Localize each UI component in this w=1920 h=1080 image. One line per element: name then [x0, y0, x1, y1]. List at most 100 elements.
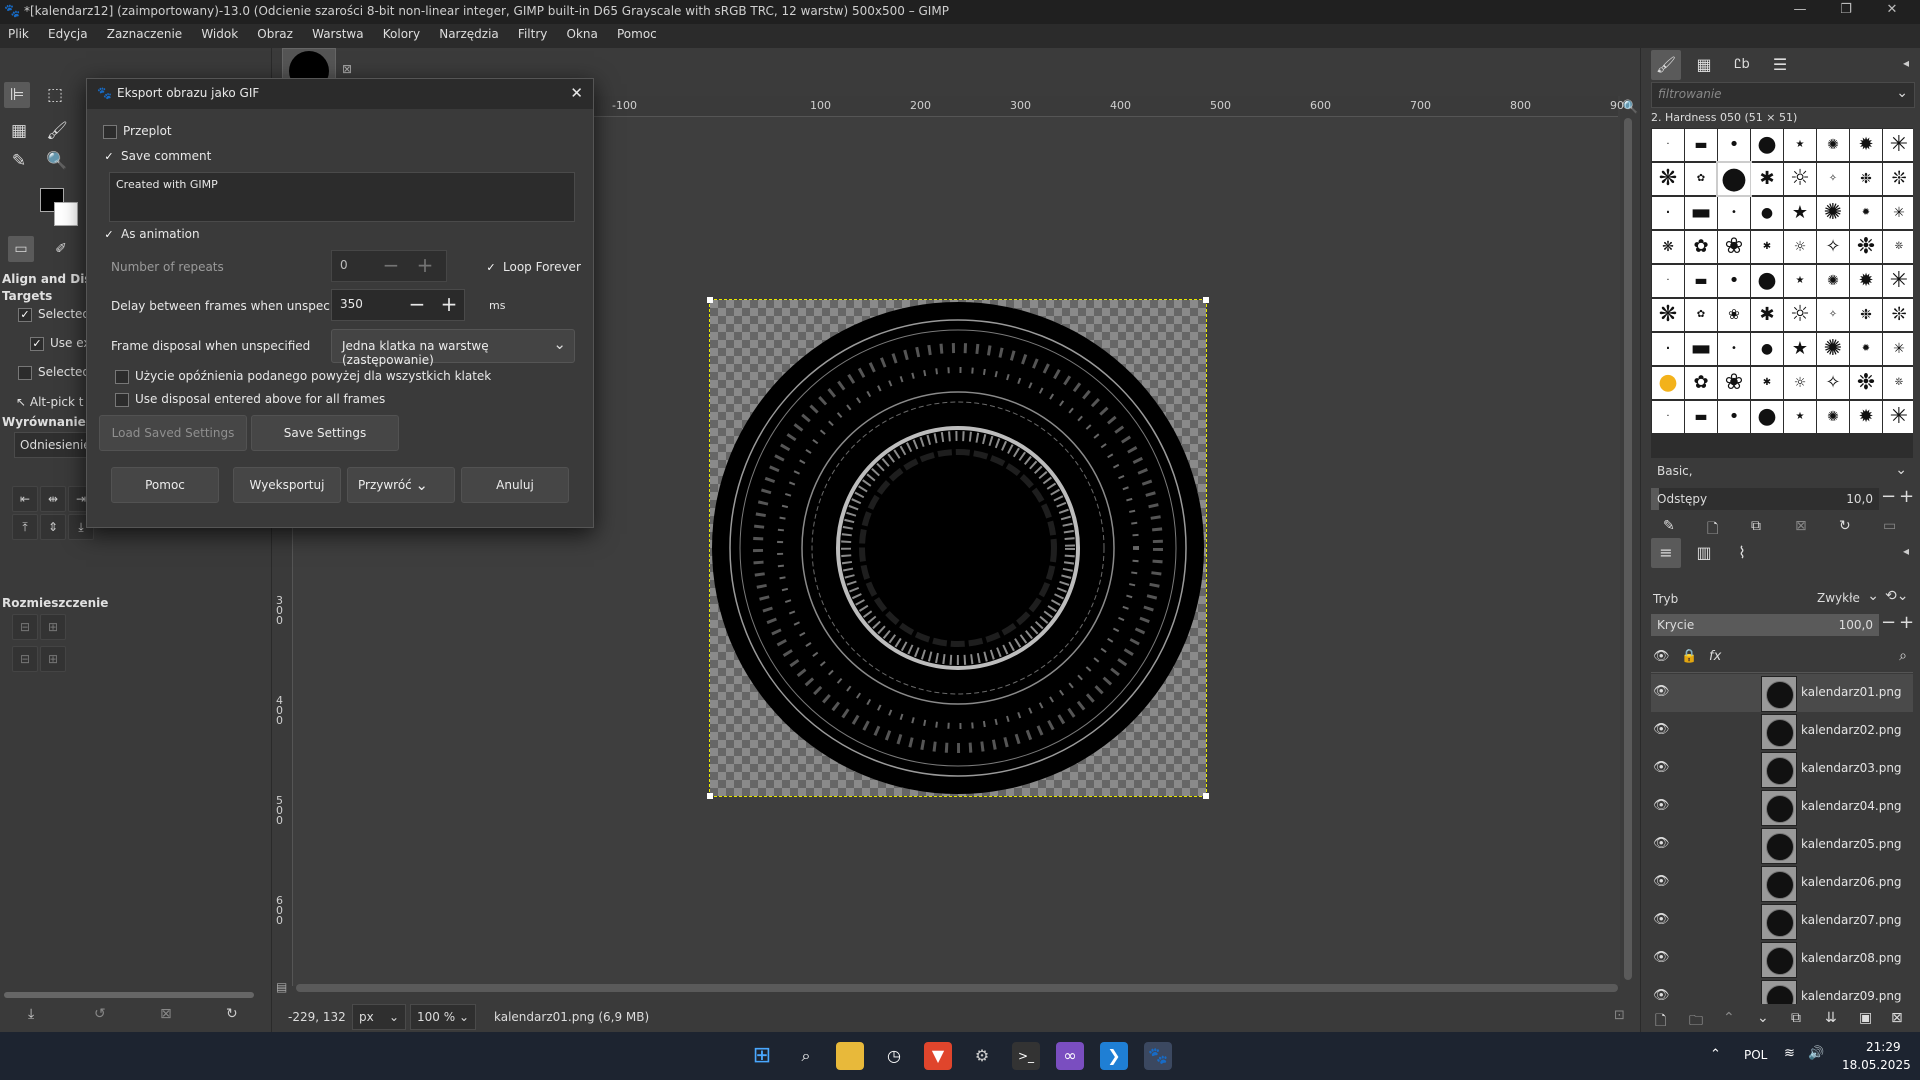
brush-swatch[interactable]: ● — [1751, 197, 1783, 229]
terminal-icon[interactable]: >_ — [1012, 1042, 1040, 1070]
background-color-swatch[interactable] — [54, 202, 78, 226]
selected-checkbox-1[interactable]: ✓ Selected — [18, 307, 90, 322]
brush-swatch[interactable]: ✱ — [1751, 367, 1783, 399]
color-picker-icon[interactable]: ✎ — [6, 148, 32, 174]
brush-swatch[interactable]: ★ — [1784, 129, 1816, 161]
distribute-h2-icon[interactable]: ⊞ — [40, 614, 66, 640]
save-comment-checkbox[interactable]: ✓ Save comment — [103, 149, 211, 163]
brush-swatch[interactable]: ✿ — [1685, 163, 1717, 195]
brush-swatch[interactable]: • — [1718, 333, 1750, 365]
merge-layer-icon[interactable]: ⇊ — [1825, 1010, 1837, 1026]
layer-row[interactable]: 👁 kalendarz08.png — [1651, 940, 1913, 978]
close-icon[interactable]: ✕ — [570, 84, 583, 102]
export-button[interactable]: Wyeksportuj — [233, 467, 341, 503]
effects-header-icon[interactable]: fx — [1709, 649, 1721, 664]
brush-swatch[interactable]: ☼ — [1784, 367, 1816, 399]
opacity-minus-button[interactable]: − — [1881, 612, 1896, 633]
layers-dock-menu-icon[interactable]: ◂ — [1903, 544, 1909, 558]
brave-browser-icon[interactable]: ▼ — [924, 1042, 952, 1070]
new-layer-icon[interactable]: 🗋 — [1655, 1010, 1666, 1034]
brush-swatch[interactable]: ▬ — [1685, 401, 1717, 433]
brush-swatch[interactable]: ✹ — [1850, 401, 1882, 433]
brush-swatch[interactable]: ★ — [1784, 333, 1816, 365]
zoom-navigate-icon[interactable]: 🔍 — [1622, 100, 1638, 115]
clock-app-icon[interactable]: ◷ — [880, 1042, 908, 1070]
brush-swatch[interactable]: ▬ — [1685, 129, 1717, 161]
eye-icon[interactable]: 👁 — [1653, 950, 1671, 965]
distribute-v2-icon[interactable]: ⊞ — [40, 646, 66, 672]
brush-swatch[interactable]: ❊ — [1883, 367, 1913, 399]
selection-handle[interactable] — [707, 793, 713, 799]
brush-swatch[interactable]: ☼ — [1784, 299, 1816, 331]
windows-start-icon[interactable]: ⊞ — [748, 1042, 776, 1070]
opacity-slider[interactable]: Krycie 100,0 — [1651, 614, 1879, 636]
tool-options-tab-icon[interactable]: ▭ — [8, 236, 34, 262]
minimize-button[interactable]: — — [1780, 2, 1820, 22]
use-disposal-all-checkbox[interactable]: Use disposal entered above for all frame… — [115, 392, 385, 407]
clock-time[interactable]: 21:29 — [1866, 1040, 1901, 1054]
brush-swatch[interactable]: ✱ — [1751, 231, 1783, 263]
image-canvas[interactable] — [707, 297, 1209, 799]
delay-minus-button[interactable]: − — [402, 290, 432, 320]
brush-swatch[interactable]: · — [1652, 129, 1684, 161]
duplicate-brush-icon[interactable]: ⧉ — [1751, 518, 1761, 534]
eye-icon[interactable]: 👁 — [1653, 912, 1671, 927]
layer-row[interactable]: 👁 kalendarz07.png — [1651, 902, 1913, 940]
brush-swatch[interactable]: • — [1718, 129, 1750, 161]
search-icon[interactable]: ⌕ — [792, 1042, 820, 1070]
help-button[interactable]: Pomoc — [111, 467, 219, 503]
brush-swatch[interactable]: ❀ — [1718, 367, 1750, 399]
brush-swatch[interactable]: ❉ — [1850, 231, 1882, 263]
gimp-taskbar-icon[interactable]: 🐾 — [1144, 1042, 1172, 1070]
quick-mask-icon[interactable]: ▤ — [276, 980, 287, 994]
brush-swatch[interactable]: ✿ — [1685, 231, 1717, 263]
brush-swatch[interactable]: · — [1652, 197, 1684, 229]
brush-swatch[interactable]: ● — [1652, 367, 1684, 399]
zoom-dropdown[interactable]: 100 % ⌄ — [410, 1004, 476, 1030]
brush-swatch[interactable]: · — [1652, 401, 1684, 433]
brush-swatch[interactable]: ❊ — [1883, 299, 1913, 331]
distribute-v-icon[interactable]: ⊟ — [12, 646, 38, 672]
edit-brush-icon[interactable]: ✎ — [1663, 518, 1675, 534]
brush-swatch[interactable]: ▬ — [1685, 333, 1717, 365]
menu-select[interactable]: Zaznaczenie — [99, 24, 189, 41]
menu-file[interactable]: Plik — [0, 24, 36, 41]
layer-mask-icon[interactable]: ▣ — [1859, 1010, 1872, 1026]
brush-swatch[interactable]: ▬ — [1685, 197, 1717, 229]
layer-row[interactable]: 👁 kalendarz02.png — [1651, 712, 1913, 750]
use-delay-all-checkbox[interactable]: Użycie opóźnienia podanego powyżej dla w… — [115, 369, 491, 384]
selection-handle[interactable] — [1203, 297, 1209, 303]
brush-swatch[interactable]: ✹ — [1850, 129, 1882, 161]
brush-swatch[interactable]: ✺ — [1817, 401, 1849, 433]
mode-dropdown[interactable]: Zwykłe ⌄ — [1811, 586, 1881, 610]
restore-options-icon[interactable]: ↺ — [94, 1006, 106, 1022]
clock-date[interactable]: 18.05.2025 — [1842, 1058, 1911, 1072]
unit-dropdown[interactable]: px ⌄ — [352, 1004, 406, 1030]
duplicate-layer-icon[interactable]: ⧉ — [1791, 1010, 1801, 1026]
fonts-tab-icon[interactable]: Ꮭb — [1727, 50, 1757, 80]
save-options-icon[interactable]: ⤓ — [28, 1006, 34, 1022]
brush-swatch[interactable]: · — [1652, 265, 1684, 297]
raise-layer-icon[interactable]: ⌃ — [1723, 1010, 1735, 1026]
brush-swatch[interactable]: ✺ — [1817, 197, 1849, 229]
brush-swatch[interactable]: ✳ — [1883, 265, 1913, 297]
close-image-tab-icon[interactable]: ⊠ — [342, 62, 352, 76]
layer-row[interactable]: 👁 kalendarz04.png — [1651, 788, 1913, 826]
brush-set-dropdown[interactable]: Basic, ⌄ — [1651, 460, 1913, 484]
brush-swatch[interactable]: ✳ — [1883, 401, 1913, 433]
vertical-scrollbar[interactable] — [1624, 118, 1632, 980]
comment-textarea[interactable]: Created with GIMP — [109, 172, 575, 222]
brush-swatch[interactable]: ❀ — [1718, 231, 1750, 263]
brush-swatch[interactable]: • — [1718, 197, 1750, 229]
layer-row[interactable]: 👁 kalendarz09.png — [1651, 978, 1913, 1004]
disposal-dropdown[interactable]: Jedna klatka na warstwę (zastępowanie) ⌄ — [331, 329, 575, 367]
brush-filter-input[interactable]: filtrowanie ⌄ — [1651, 82, 1915, 108]
navigate-corner-icon[interactable]: ⊡ — [1614, 1008, 1625, 1023]
save-settings-button[interactable]: Save Settings — [251, 415, 399, 451]
search-icon[interactable]: ⌕ — [1899, 648, 1907, 664]
menu-image[interactable]: Obraz — [249, 24, 300, 41]
as-animation-checkbox[interactable]: ✓ As animation — [103, 227, 199, 241]
relative-to-dropdown[interactable]: Odniesienie — [14, 432, 93, 458]
brush-swatch[interactable]: ● — [1751, 129, 1783, 161]
new-layer-group-icon[interactable]: 🗀 — [1689, 1010, 1703, 1034]
